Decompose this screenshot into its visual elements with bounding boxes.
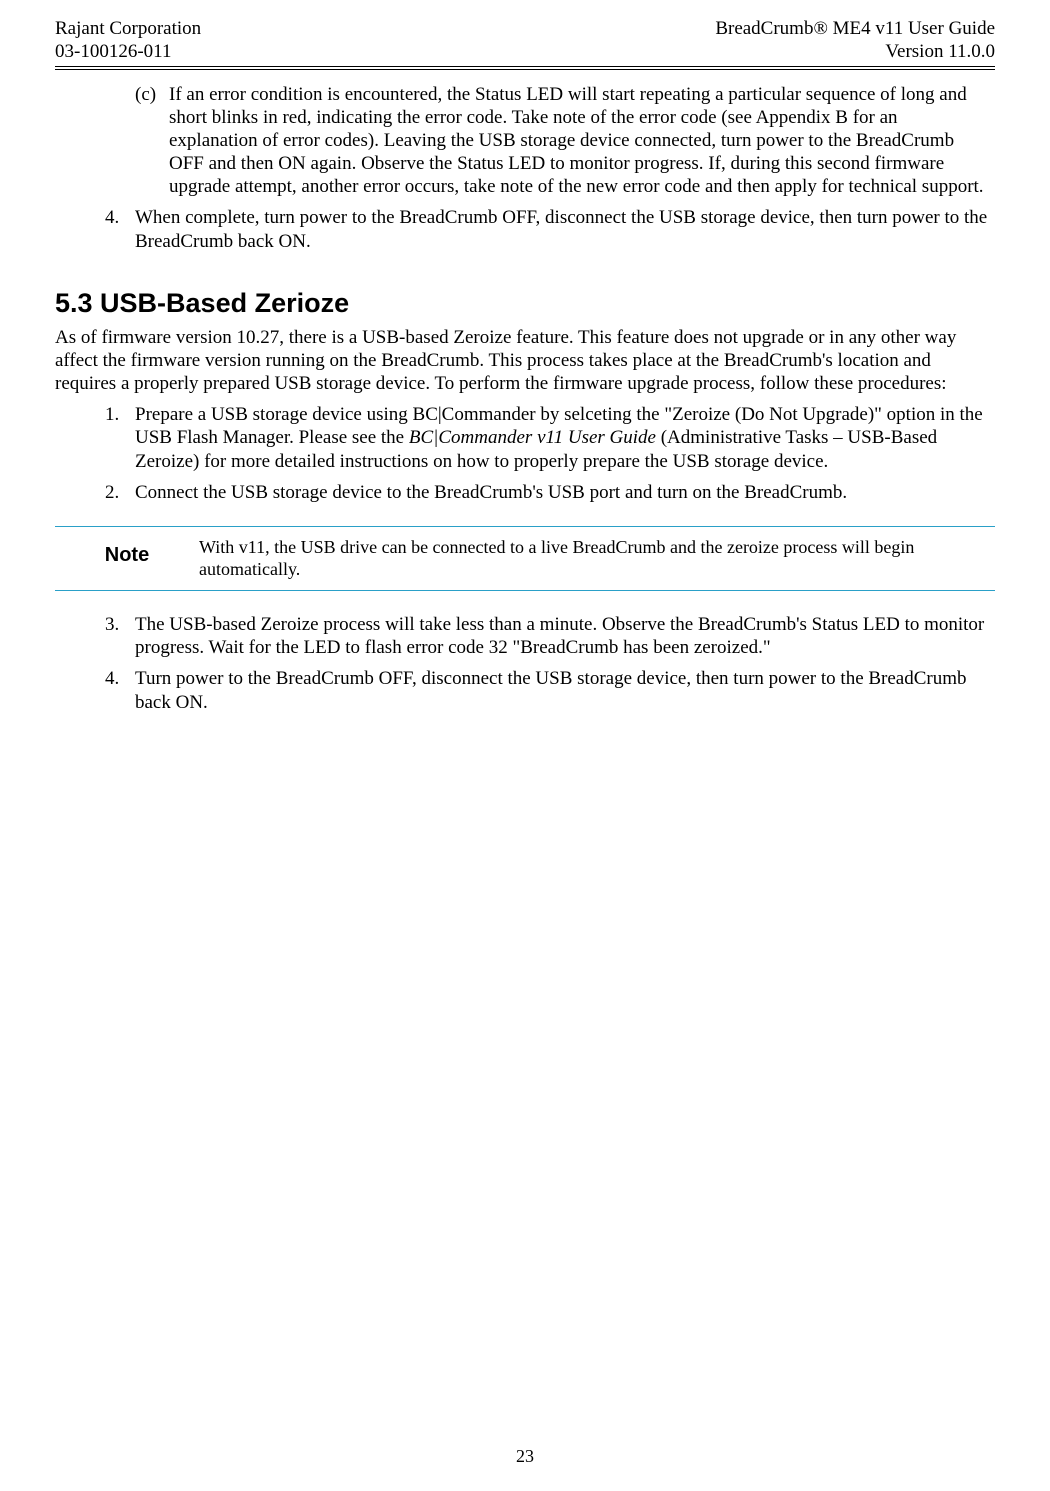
header-company: Rajant Corporation — [55, 18, 201, 41]
note-callout: Note With v11, the USB drive can be conn… — [55, 526, 995, 591]
s53-step1-italic: BC|Commander v11 User Guide — [409, 427, 656, 448]
list-item-4: 4. When complete, turn power to the Brea… — [105, 206, 989, 252]
list-marker-4: 4. — [105, 206, 119, 229]
s53-step3-marker: 3. — [105, 613, 119, 636]
header-version: Version 11.0.0 — [715, 41, 995, 64]
list-marker-3c: (c) — [135, 83, 156, 106]
s53-step2-text: Connect the USB storage device to the Br… — [135, 482, 847, 503]
s53-step3-text: The USB-based Zeroize process will take … — [135, 614, 984, 658]
s53-step1-marker: 1. — [105, 403, 119, 426]
header-left: Rajant Corporation 03-100126-011 — [55, 18, 201, 64]
note-label: Note — [55, 537, 199, 567]
s53-step1-text: Prepare a USB storage device using BC|Co… — [135, 404, 983, 471]
s53-step3: 3. The USB-based Zeroize process will ta… — [105, 613, 989, 659]
header-docnum: 03-100126-011 — [55, 41, 201, 64]
list-text-4: When complete, turn power to the BreadCr… — [135, 207, 987, 251]
header-rule-1 — [55, 66, 995, 67]
section-heading-5-3: 5.3 USB-Based Zerioze — [55, 287, 995, 320]
note-text: With v11, the USB drive can be connected… — [199, 537, 995, 580]
s53-step1: 1. Prepare a USB storage device using BC… — [105, 403, 989, 473]
list-item-3c: (c) If an error condition is encountered… — [135, 83, 989, 199]
page-content: (c) If an error condition is encountered… — [55, 83, 995, 714]
s53-step2: 2. Connect the USB storage device to the… — [105, 481, 989, 504]
page-number: 23 — [55, 1446, 995, 1467]
header-rule-2 — [55, 69, 995, 70]
s53-step4: 4. Turn power to the BreadCrumb OFF, dis… — [105, 667, 989, 713]
s53-step4-marker: 4. — [105, 667, 119, 690]
page-header: Rajant Corporation 03-100126-011 BreadCr… — [55, 18, 995, 64]
section-intro: As of firmware version 10.27, there is a… — [55, 326, 989, 396]
list-text-3c: If an error condition is encountered, th… — [169, 84, 984, 198]
s53-step2-marker: 2. — [105, 481, 119, 504]
header-guide-title: BreadCrumb® ME4 v11 User Guide — [715, 18, 995, 41]
header-right: BreadCrumb® ME4 v11 User Guide Version 1… — [715, 18, 995, 64]
s53-step4-text: Turn power to the BreadCrumb OFF, discon… — [135, 668, 967, 712]
